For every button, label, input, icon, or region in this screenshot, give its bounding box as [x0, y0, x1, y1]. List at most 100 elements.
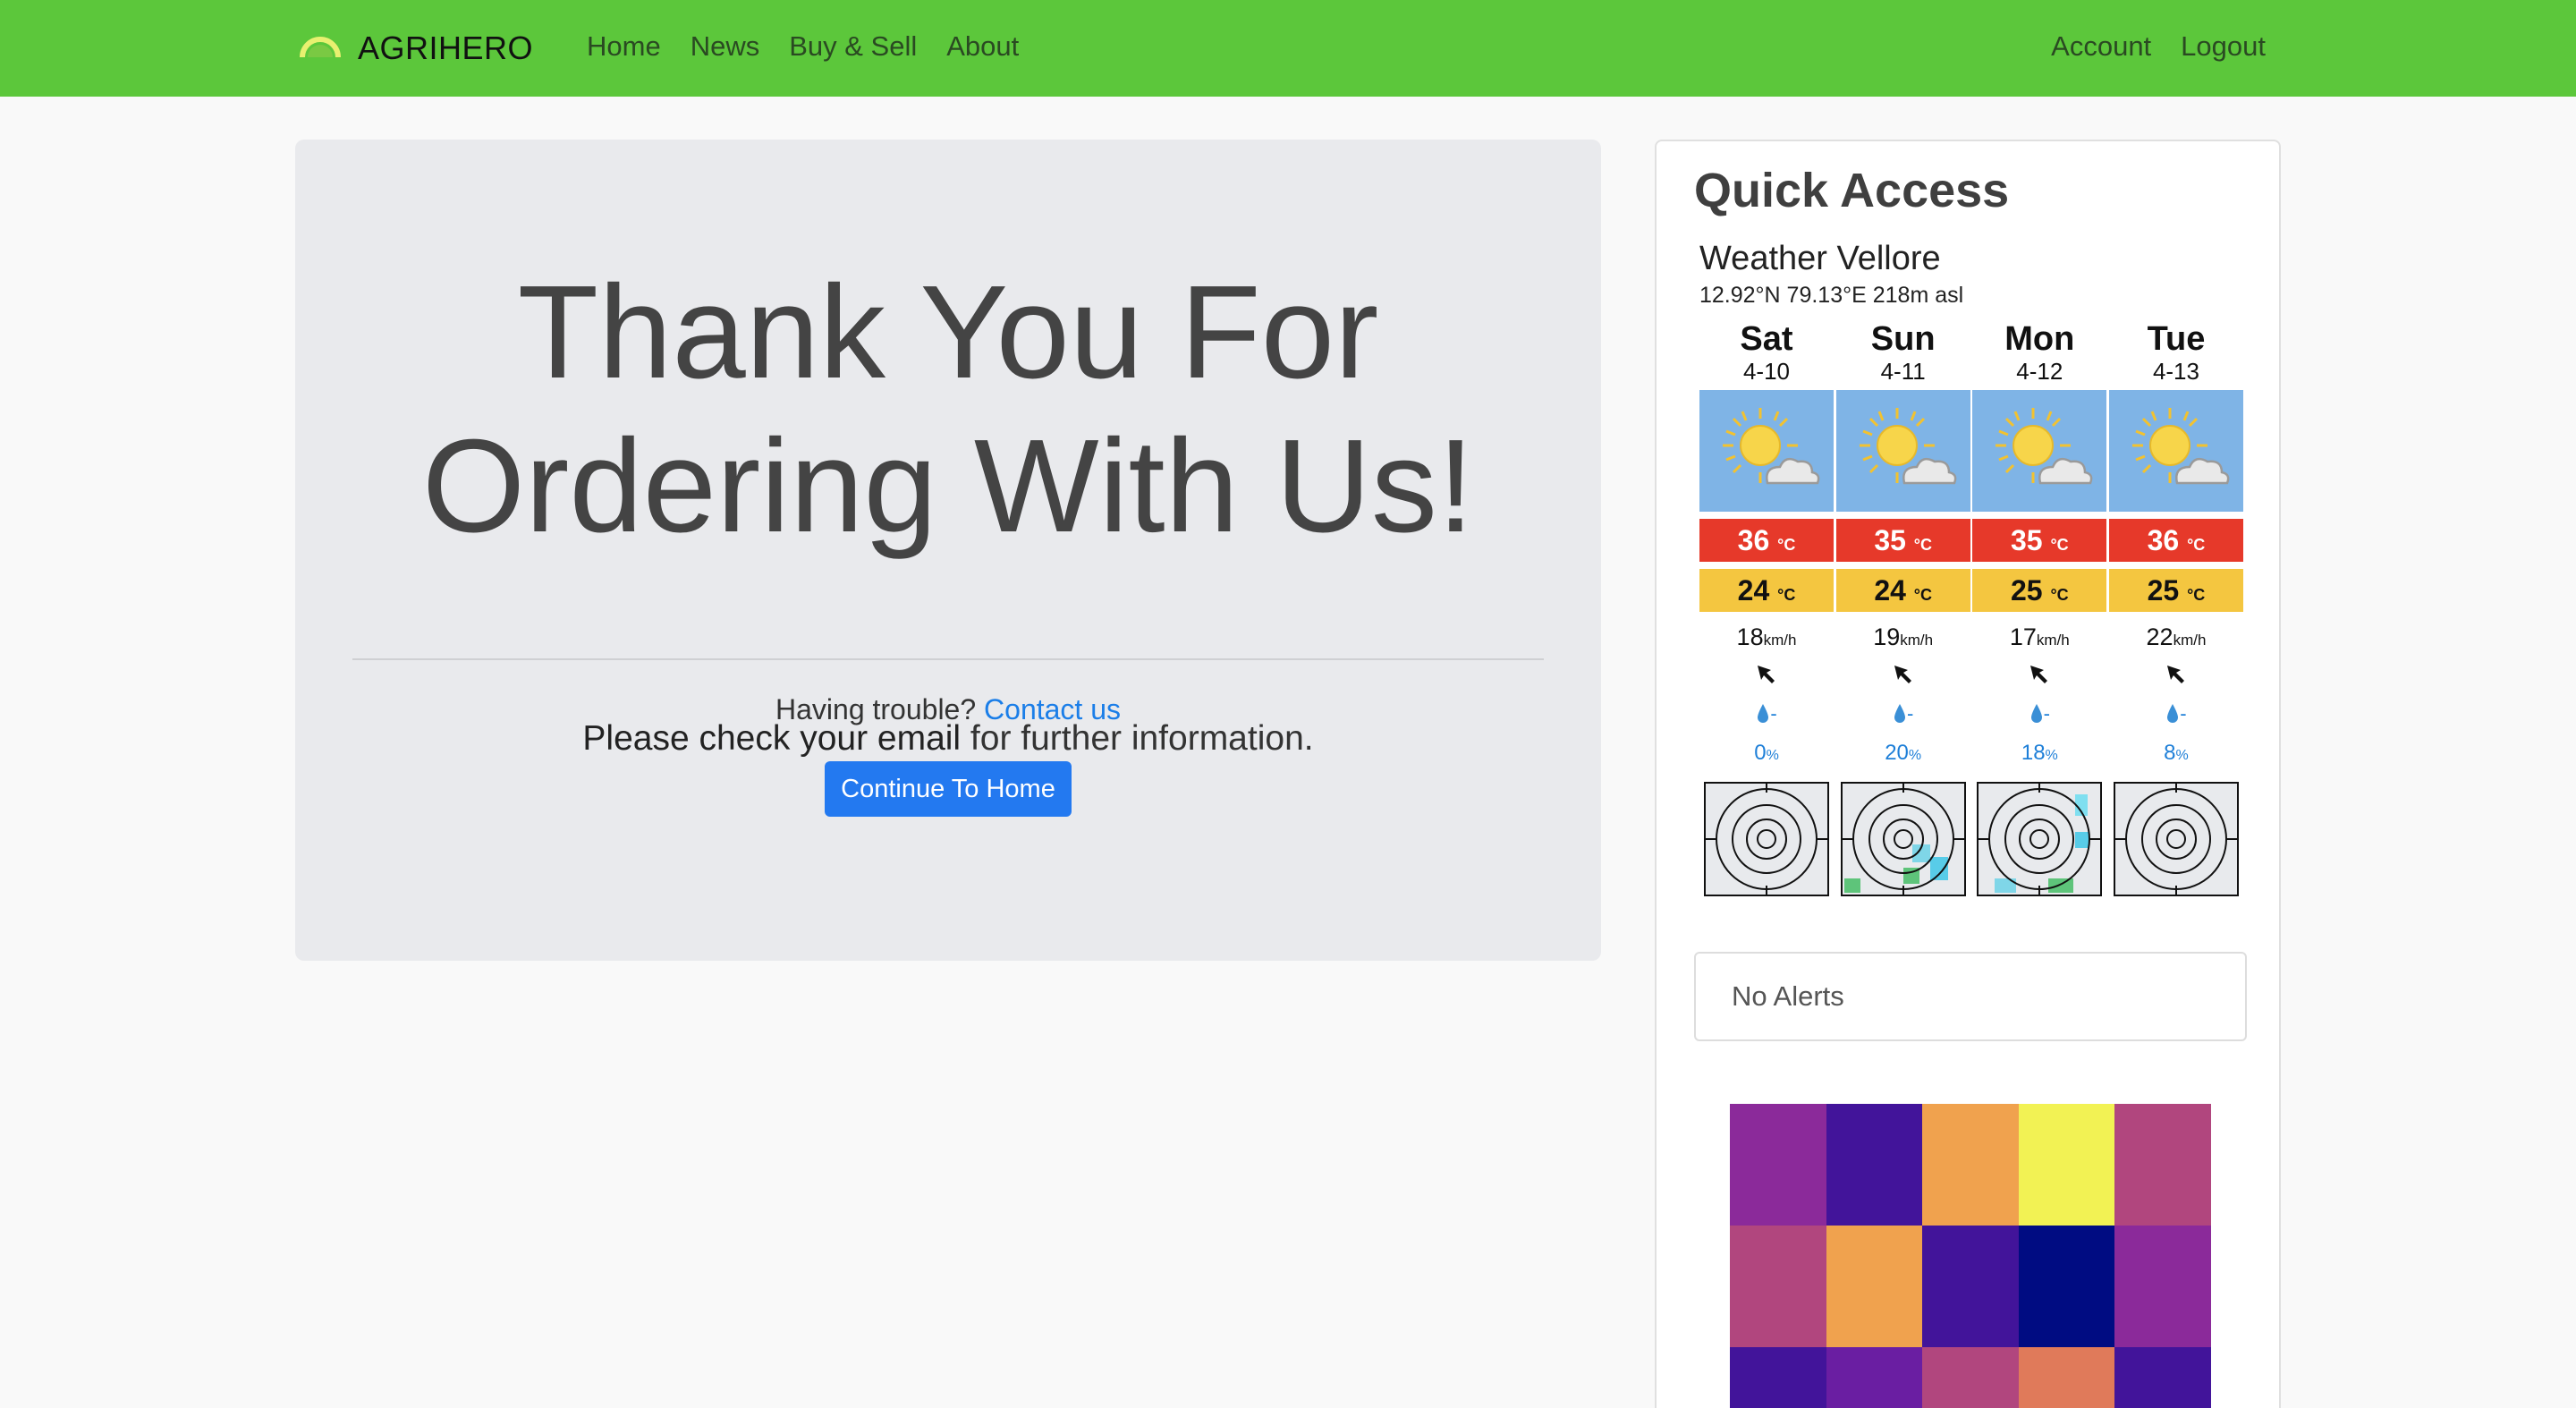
- heatmap-cell: [1922, 1226, 2019, 1347]
- probability-value: 8: [2164, 741, 2176, 765]
- forecast-max-temp: 35 °C: [1972, 519, 2107, 562]
- forecast-day: Mon 4-12 35 °C 25 °C 17km/h - 18%: [1972, 320, 2107, 901]
- nav-about-link[interactable]: About: [946, 27, 1019, 66]
- trouble-label: Having trouble?: [775, 693, 985, 725]
- temp-unit: °C: [1913, 586, 1932, 604]
- heatmap-cell: [1922, 1104, 2019, 1226]
- radar-icon: [1840, 782, 1966, 896]
- temp-unit: °C: [1777, 536, 1796, 554]
- wind-value: 17: [2009, 623, 2037, 650]
- brand[interactable]: AGRIHERO: [299, 25, 533, 72]
- heatmap-cell: [2018, 1104, 2115, 1226]
- precipitation: -: [1972, 692, 2106, 735]
- precipitation-value: -: [2180, 702, 2187, 725]
- weather-forecast[interactable]: Sat 4-10 36 °C 24 °C 18km/h - 0% Sun 4-1…: [1699, 320, 2243, 901]
- probability-value: 0: [1754, 741, 1767, 765]
- nav-account-link[interactable]: Account: [2051, 27, 2151, 66]
- forecast-day-name: Sat: [1740, 320, 1793, 358]
- max-temp-value: 35: [1874, 524, 1906, 556]
- max-temp-value: 36: [2147, 524, 2180, 556]
- radar-icon: [1704, 782, 1829, 896]
- precipitation-probability: 0%: [1699, 735, 1834, 771]
- forecast-day-name: Tue: [2147, 320, 2206, 358]
- min-temp-value: 25: [2147, 574, 2180, 606]
- contact-us-link[interactable]: Contact us: [984, 693, 1121, 725]
- heatmap-cell: [1730, 1226, 1826, 1347]
- max-temp-value: 36: [1737, 524, 1770, 556]
- min-temp-value: 24: [1874, 574, 1906, 606]
- probability-value: 18: [2021, 741, 2046, 765]
- temp-unit: °C: [1913, 536, 1932, 554]
- max-temp-value: 35: [2010, 524, 2043, 556]
- raindrop-icon: [1894, 704, 1905, 723]
- precipitation: -: [2109, 692, 2243, 735]
- forecast-max-temp: 36 °C: [2108, 519, 2243, 562]
- divider: [352, 658, 1544, 660]
- navbar: AGRIHERO Home News Buy & Sell About Acco…: [0, 0, 2576, 97]
- forecast-min-temp: 25 °C: [2108, 569, 2243, 612]
- forecast-day-name: Sun: [1870, 320, 1936, 358]
- prob-unit: %: [1908, 748, 1922, 763]
- wind-unit: km/h: [2173, 632, 2207, 649]
- nav-home-link[interactable]: Home: [587, 27, 661, 66]
- partly-cloudy-icon: [2108, 390, 2243, 512]
- min-temp-value: 24: [1737, 574, 1770, 606]
- partly-cloudy-icon: [1699, 390, 1834, 512]
- temp-unit: °C: [2050, 536, 2069, 554]
- wind-unit: km/h: [1763, 632, 1797, 649]
- temp-unit: °C: [1777, 586, 1796, 604]
- partly-cloudy-icon: [1972, 390, 2107, 512]
- forecast-date: 4-10: [1742, 358, 1791, 385]
- heatmap-cell: [1730, 1104, 1826, 1226]
- heading-line-1: Thank You For: [517, 259, 1379, 406]
- precipitation-value: -: [1770, 702, 1777, 725]
- precipitation-probability: 18%: [1972, 735, 2106, 771]
- weather-title[interactable]: Weather Vellore: [1699, 240, 1941, 278]
- forecast-max-temp: 35 °C: [1835, 519, 1970, 562]
- wind-direction-arrow-icon: [2109, 657, 2243, 692]
- heatmap: [1730, 1104, 2211, 1408]
- forecast-min-temp: 24 °C: [1699, 569, 1834, 612]
- wind-unit: km/h: [1900, 632, 1934, 649]
- radar-icon: [1977, 782, 2103, 896]
- forecast-day: Sun 4-11 35 °C 24 °C 19km/h - 20%: [1835, 320, 1970, 901]
- heatmap-cell: [1826, 1226, 1923, 1347]
- min-temp-value: 25: [2010, 574, 2043, 606]
- precipitation-value: -: [2043, 702, 2050, 725]
- precipitation-probability: 20%: [1836, 735, 1970, 771]
- raindrop-icon: [2167, 704, 2179, 723]
- temp-unit: °C: [2187, 536, 2206, 554]
- heatmap-cell: [2018, 1226, 2115, 1347]
- nav-news-link[interactable]: News: [691, 27, 760, 66]
- heatmap-cell: [1826, 1104, 1923, 1226]
- thank-you-panel: Thank You For Ordering With Us! Please c…: [295, 140, 1601, 961]
- precipitation: -: [1699, 692, 1834, 735]
- forecast-wind: 19km/h: [1836, 621, 1970, 657]
- prob-unit: %: [1766, 748, 1779, 763]
- prob-unit: %: [2175, 748, 2189, 763]
- precipitation: -: [1836, 692, 1970, 735]
- prob-unit: %: [2045, 748, 2058, 763]
- forecast-day: Sat 4-10 36 °C 24 °C 18km/h - 0%: [1699, 320, 1834, 901]
- quick-access-title: Quick Access: [1694, 164, 2010, 217]
- heatmap-cell: [1730, 1347, 1826, 1408]
- precipitation-probability: 8%: [2109, 735, 2243, 771]
- heatmap-cell: [1826, 1347, 1923, 1408]
- forecast-wind: 18km/h: [1699, 621, 1834, 657]
- wind-unit: km/h: [2036, 632, 2070, 649]
- quick-access-panel: Quick Access Weather Vellore 12.92°N 79.…: [1655, 140, 2281, 1408]
- forecast-min-temp: 25 °C: [1972, 569, 2107, 612]
- thank-you-heading: Thank You For Ordering With Us!: [295, 256, 1601, 564]
- wind-value: 19: [1873, 623, 1901, 650]
- nav-buy-sell-link[interactable]: Buy & Sell: [789, 27, 917, 66]
- wind-direction-arrow-icon: [1836, 657, 1970, 692]
- forecast-day: Tue 4-13 36 °C 25 °C 22km/h - 8%: [2108, 320, 2243, 901]
- wind-value: 18: [1736, 623, 1764, 650]
- nav-logout-link[interactable]: Logout: [2181, 27, 2266, 66]
- precipitation-value: -: [1906, 702, 1914, 725]
- continue-to-home-button[interactable]: Continue To Home: [825, 761, 1072, 817]
- forecast-wind: 22km/h: [2109, 621, 2243, 657]
- heading-line-2: Ordering With Us!: [421, 412, 1475, 560]
- heatmap-cell: [1922, 1347, 2019, 1408]
- wind-direction-arrow-icon: [1699, 657, 1834, 692]
